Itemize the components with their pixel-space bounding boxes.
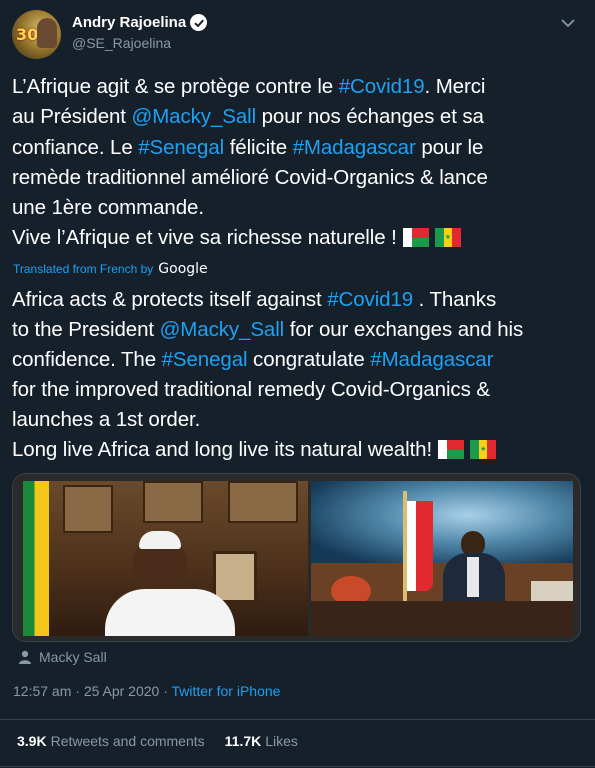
- likes-count: 11.7K: [224, 733, 262, 749]
- translation-attribution[interactable]: Translated from French by Google: [13, 261, 208, 277]
- tweet-photo[interactable]: [12, 473, 581, 642]
- source-link[interactable]: Twitter for iPhone: [172, 683, 281, 699]
- text-segment: . Thanks: [413, 288, 497, 311]
- tagged-user-name[interactable]: Macky Sall: [39, 649, 107, 665]
- avatar-badge-text: 30: [16, 25, 39, 44]
- text-segment: Africa acts & protects itself against: [12, 288, 328, 311]
- author-name-line[interactable]: Andry Rajoelina: [72, 14, 208, 31]
- text-segment: . Merci: [424, 75, 486, 98]
- divider: [0, 766, 595, 767]
- tweet-line: Vive l’Afrique et vive sa richesse natur…: [12, 223, 587, 253]
- author-name[interactable]: Andry Rajoelina: [72, 14, 186, 31]
- translation-line: Africa acts & protects itself against #C…: [12, 285, 587, 315]
- senegal-flag-icon: ★: [434, 228, 461, 248]
- tweet-line: au Président @Macky_Sall pour nos échang…: [12, 102, 587, 132]
- translation-line: for the improved traditional remedy Covi…: [12, 375, 587, 405]
- tweet-line: remède traditionnel amélioré Covid-Organ…: [12, 163, 587, 193]
- chevron-down-icon[interactable]: [557, 14, 579, 32]
- likes-label: Likes: [265, 733, 298, 749]
- madagascar-flag-icon: [438, 440, 465, 459]
- translation-line: Long live Africa and long live its natur…: [12, 435, 587, 465]
- likes-stat[interactable]: 11.7K Likes: [225, 733, 298, 749]
- text-segment: to the President: [12, 318, 160, 341]
- translation-line: launches a 1st order.: [12, 405, 587, 435]
- engagement-stats: 3.9K Retweets and comments 11.7K Likes: [17, 733, 298, 749]
- translated-text: Africa acts & protects itself against #C…: [12, 285, 587, 465]
- text-segment: confidence. The: [12, 348, 162, 371]
- text-segment: Vive l’Afrique et vive sa richesse natur…: [12, 226, 397, 250]
- retweets-label: Retweets and comments: [50, 733, 205, 749]
- avatar-portrait: [37, 18, 57, 48]
- text-segment: au Président: [12, 105, 132, 129]
- text-segment: launches a 1st order.: [12, 408, 201, 431]
- mention-link[interactable]: @Macky_Sall: [132, 105, 257, 128]
- google-logo: Google: [158, 261, 208, 277]
- author-handle[interactable]: @SE_Rajoelina: [72, 35, 171, 51]
- translation-line: to the President @Macky_Sall for our exc…: [12, 315, 587, 345]
- tweet-metadata: 12:57 am · 25 Apr 2020 · Twitter for iPh…: [13, 683, 280, 699]
- translation-label[interactable]: Translated from French by: [13, 262, 153, 276]
- translation-line: confidence. The #Senegal congratulate #M…: [12, 345, 587, 375]
- tweet-line: confiance. Le #Senegal félicite #Madagas…: [12, 133, 587, 163]
- senegal-flag-icon: ★: [470, 440, 497, 459]
- text-segment: for the improved traditional remedy Covi…: [12, 378, 490, 401]
- author-avatar[interactable]: 30: [12, 10, 61, 59]
- divider: [0, 719, 595, 720]
- hashtag-link[interactable]: #Covid19: [327, 288, 413, 311]
- tagged-users[interactable]: Macky Sall: [17, 649, 107, 665]
- person-icon: [19, 650, 31, 664]
- retweets-count: 3.9K: [17, 733, 47, 749]
- video-call-left-pane: [23, 481, 308, 636]
- text-segment: confiance. Le: [12, 135, 139, 159]
- madagascar-flag-icon: [402, 228, 429, 248]
- hashtag-link[interactable]: #Covid19: [339, 75, 425, 98]
- mention-link[interactable]: @Macky_Sall: [160, 318, 285, 341]
- text-segment: pour le: [415, 135, 484, 159]
- tweet-line: L’Afrique agit & se protège contre le #C…: [12, 72, 587, 102]
- hashtag-link[interactable]: #Madagascar: [293, 136, 416, 159]
- text-segment: remède traditionnel amélioré Covid-Organ…: [12, 165, 488, 189]
- retweets-stat[interactable]: 3.9K Retweets and comments: [17, 733, 205, 749]
- tweet-header: 30 Andry Rajoelina @SE_Rajoelina: [12, 10, 583, 62]
- hashtag-link[interactable]: #Senegal: [162, 348, 248, 371]
- hashtag-link[interactable]: #Senegal: [138, 136, 224, 159]
- text-segment: L’Afrique agit & se protège contre le: [12, 75, 339, 98]
- verified-badge-icon: [190, 14, 208, 31]
- text-segment: félicite: [224, 135, 293, 159]
- timestamp[interactable]: 12:57 am · 25 Apr 2020 ·: [13, 683, 168, 699]
- text-segment: for our exchanges and his: [284, 318, 524, 341]
- text-segment: une 1ère commande.: [12, 196, 204, 220]
- tweet-line: une 1ère commande.: [12, 193, 587, 223]
- text-segment: congratulate: [247, 348, 371, 371]
- tweet-text: L’Afrique agit & se protège contre le #C…: [12, 72, 587, 254]
- text-segment: pour nos échanges et sa: [256, 105, 484, 129]
- hashtag-link[interactable]: #Madagascar: [370, 348, 493, 371]
- video-call-right-pane: [311, 481, 573, 636]
- text-segment: Long live Africa and long live its natur…: [12, 438, 433, 461]
